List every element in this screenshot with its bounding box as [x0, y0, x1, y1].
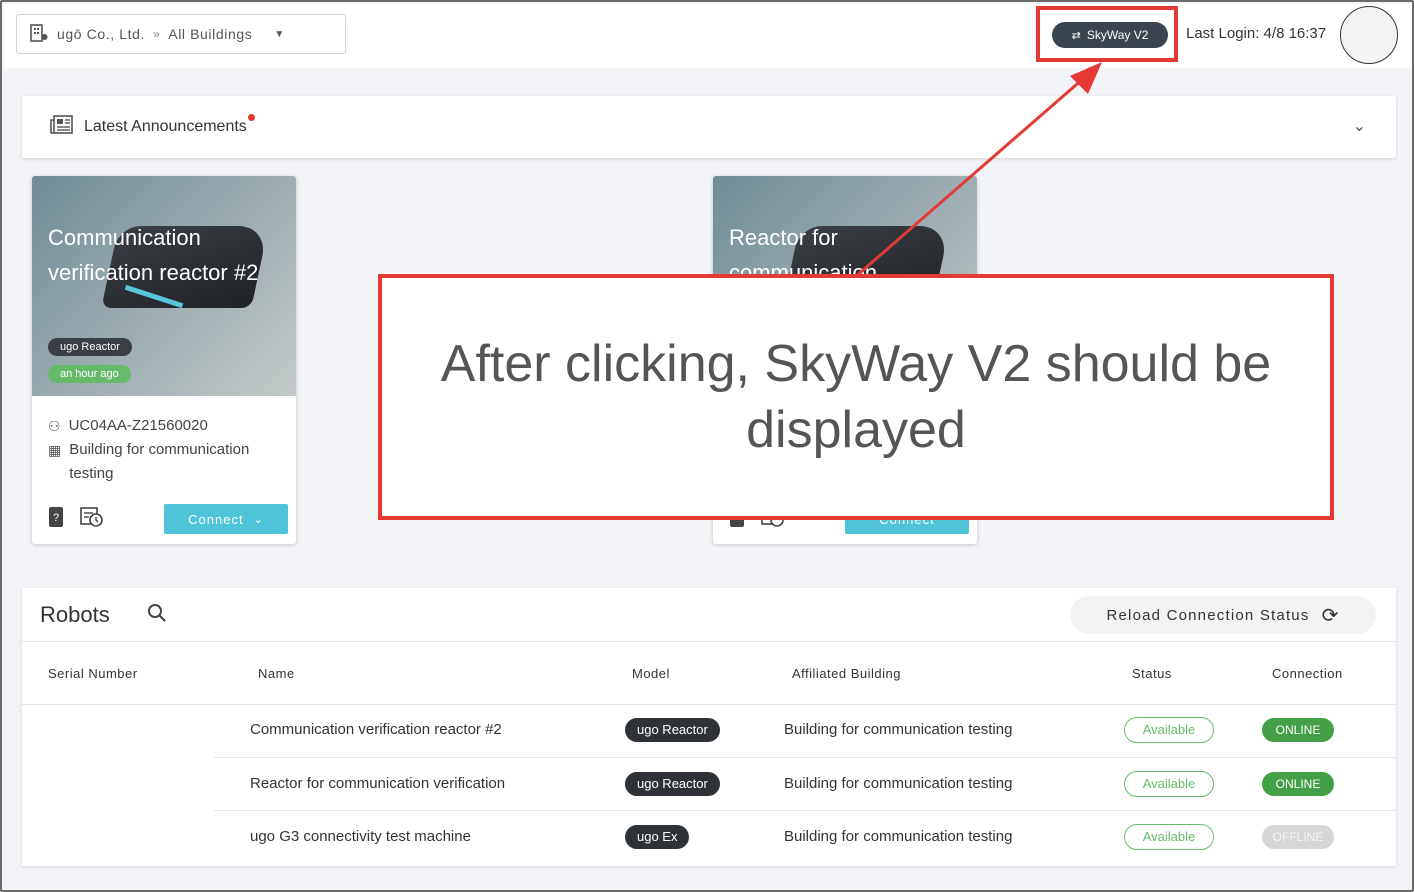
newspaper-icon [50, 114, 74, 140]
robot-card[interactable]: Communication verification reactor #2 ug… [32, 176, 296, 544]
model-badge: ugo Reactor [625, 772, 720, 796]
building-name: Building for communication testing [784, 721, 1013, 738]
building-name: Building for communication testing [69, 441, 250, 482]
breadcrumb-separator: » [152, 27, 161, 41]
company-name: ugō Co., Ltd. [57, 26, 145, 42]
serial-number: UC04AA-Z21560020 [68, 417, 208, 434]
status-badge: Available [1124, 717, 1214, 743]
reload-label: Reload Connection Status [1106, 606, 1310, 624]
manual-icon[interactable]: ? [48, 506, 64, 534]
robot-card-title: Communication verification reactor #2 [48, 225, 259, 285]
caret-down-icon: ▼ [274, 28, 285, 40]
connection-badge: OFFLINE [1262, 825, 1334, 849]
card-actions: ? [48, 506, 104, 534]
robots-table: Robots Reload Connection Status ⟳ Serial… [22, 588, 1396, 866]
column-header-serial[interactable]: Serial Number [48, 666, 138, 681]
building-name: All Buildings [168, 26, 253, 42]
chevron-down-icon[interactable]: ⌄ [1353, 116, 1366, 136]
robot-icon: ⚇ [48, 418, 61, 434]
serial-row: ⚇ UC04AA-Z21560020 [48, 414, 288, 438]
app-frame: ugō Co., Ltd. » All Buildings ▼ ⇄ SkyWay… [0, 0, 1414, 892]
time-badge: an hour ago [48, 365, 131, 383]
column-header-model[interactable]: Model [632, 666, 670, 681]
annotation-text: After clicking, SkyWay V2 should be disp… [440, 335, 1272, 459]
annotation-callout: After clicking, SkyWay V2 should be disp… [378, 274, 1334, 520]
announcements-label: Latest Announcements [84, 114, 255, 136]
status-badge: Available [1124, 771, 1214, 797]
chevron-down-icon: ⌄ [253, 513, 264, 526]
table-row[interactable]: ugo G3 connectivity test machine ugo Ex … [214, 810, 1396, 863]
robots-title: Robots [40, 602, 110, 627]
building-name: Building for communication testing [784, 775, 1013, 792]
avatar[interactable] [1340, 6, 1398, 64]
connect-label: Connect [188, 511, 244, 527]
search-icon[interactable] [146, 602, 168, 630]
connect-button[interactable]: Connect ⌄ [164, 504, 288, 534]
column-header-connection[interactable]: Connection [1272, 666, 1343, 681]
column-header-status[interactable]: Status [1132, 666, 1172, 681]
model-badge: ugo Ex [625, 825, 690, 849]
connection-badge: ONLINE [1262, 772, 1334, 796]
column-header-building[interactable]: Affiliated Building [792, 666, 901, 681]
announcements-label-text: Latest Announcements [84, 118, 247, 135]
annotation-highlight-box [1036, 6, 1178, 62]
robot-name: ugo G3 connectivity test machine [250, 828, 471, 845]
table-row[interactable]: Reactor for communication verification u… [214, 757, 1396, 810]
history-icon[interactable] [80, 506, 104, 534]
notification-dot [247, 114, 255, 121]
building-icon: ▦ [48, 442, 62, 458]
model-badge: ugo Reactor [625, 718, 720, 742]
robot-card-hero: Communication verification reactor #2 ug… [32, 176, 296, 396]
column-header-name[interactable]: Name [258, 666, 295, 681]
announcements-panel[interactable]: Latest Announcements ⌄ [22, 96, 1396, 158]
svg-text:?: ? [53, 512, 59, 524]
top-bar: ugō Co., Ltd. » All Buildings ▼ ⇄ SkyWay… [4, 4, 1412, 68]
building-icon [29, 23, 49, 46]
building-row: ▦ Building for communication testing [48, 438, 288, 486]
robot-card-info: ⚇ UC04AA-Z21560020 ▦ Building for commun… [48, 414, 288, 486]
table-row[interactable]: Communication verification reactor #2 ug… [214, 704, 1396, 757]
connection-badge: ONLINE [1262, 718, 1334, 742]
robots-header: Robots Reload Connection Status ⟳ [22, 588, 1396, 642]
robot-name: Reactor for communication verification [250, 775, 506, 792]
building-name: Building for communication testing [784, 828, 1013, 845]
reload-connection-button[interactable]: Reload Connection Status ⟳ [1070, 596, 1376, 634]
robot-name: Communication verification reactor #2 [250, 721, 502, 738]
building-selector[interactable]: ugō Co., Ltd. » All Buildings ▼ [16, 14, 346, 54]
status-badge: Available [1124, 824, 1214, 850]
model-badge: ugo Reactor [48, 338, 132, 356]
refresh-icon: ⟳ [1321, 604, 1340, 627]
last-login-text: Last Login: 4/8 16:37 [1186, 25, 1327, 42]
